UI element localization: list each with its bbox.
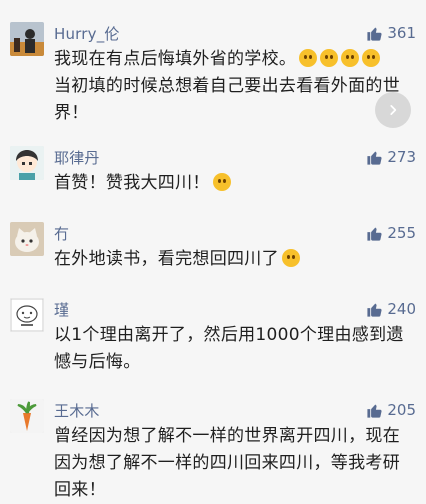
comment-text: 在外地读书，看完想回四川了 [54,246,414,273]
comment-author[interactable]: 王木木 [54,400,100,421]
comment-text-line: 我现在有点后悔填外省的学校。 [54,49,297,69]
comment-text-line: 在外地读书，看完想回四川了 [54,249,279,269]
avatar[interactable] [10,146,44,180]
like-count: 361 [387,24,416,42]
comment-author[interactable]: 瑾 [54,299,69,320]
comment-text: 以1个理由离开了，然后用1000个理由感到遗憾与后悔。 [54,325,404,372]
tongue-out-emoji-icon [212,173,231,191]
thinking-emoji-icon [341,49,360,67]
comment-item: 瑾 240 以1个理由离开了，然后用1000个理由感到遗憾与后悔。 [0,298,426,378]
like-count: 240 [387,300,416,318]
comment-list: Hurry_伦 361 我现在有点后悔填外省的学校。 当初填的时候总想着自己要出… [0,0,426,500]
carrot-avatar-icon [10,399,44,433]
chevron-right-icon [390,105,397,115]
comment-text: 曾经因为想了解不一样的世界离开四川，现在因为想了解不一样的四川回来四川，等我考研… [54,426,400,500]
like-count: 273 [387,148,416,166]
like-button[interactable]: 361 [366,22,416,44]
avatar[interactable] [10,298,44,332]
thumbs-up-icon [367,303,382,317]
smile-emoji-icon [320,49,339,67]
user-photo-avatar-icon [10,22,44,56]
avatar[interactable] [10,222,44,256]
comment-text: 我现在有点后悔填外省的学校。 当初填的时候总想着自己要出去看看外面的世界！ [54,46,414,127]
smile-emoji-icon [299,49,318,67]
comment-author[interactable]: Hurry_伦 [54,23,120,44]
comment-text-line: 当初填的时候总想着自己要出去看看外面的世界！ [54,76,400,123]
sketch-avatar-icon [10,298,44,332]
comment-item: 耶律丹 273 首赞！赞我大四川！ [0,146,426,206]
thumbs-up-icon [367,404,382,418]
like-button[interactable]: 273 [366,146,416,168]
avatar[interactable] [10,22,44,56]
comment-text-line: 首赞！赞我大四川！ [54,173,210,193]
next-page-button[interactable] [375,92,411,128]
like-button[interactable]: 240 [366,298,416,320]
like-count: 255 [387,224,416,242]
comment-item: Hurry_伦 361 我现在有点后悔填外省的学校。 当初填的时候总想着自己要出… [0,22,426,132]
avatar[interactable] [10,399,44,433]
thumbs-up-icon [367,151,382,165]
cat-avatar-icon [10,222,44,256]
comment-author[interactable]: 冇 [54,223,69,244]
comment-author[interactable]: 耶律丹 [54,147,100,168]
comment-item: 王木木 205 曾经因为想了解不一样的世界离开四川，现在因为想了解不一样的四川回… [0,399,426,500]
cartoon-boy-avatar-icon [10,146,44,180]
thinking-emoji-icon [362,49,381,67]
like-button[interactable]: 255 [366,222,416,244]
comment-text: 首赞！赞我大四川！ [54,170,414,197]
crying-emoji-icon [281,249,300,267]
thumbs-up-icon [367,227,382,241]
like-button[interactable]: 205 [366,399,416,421]
thumbs-up-icon [367,27,382,41]
comment-item: 冇 255 在外地读书，看完想回四川了 [0,222,426,282]
like-count: 205 [387,401,416,419]
